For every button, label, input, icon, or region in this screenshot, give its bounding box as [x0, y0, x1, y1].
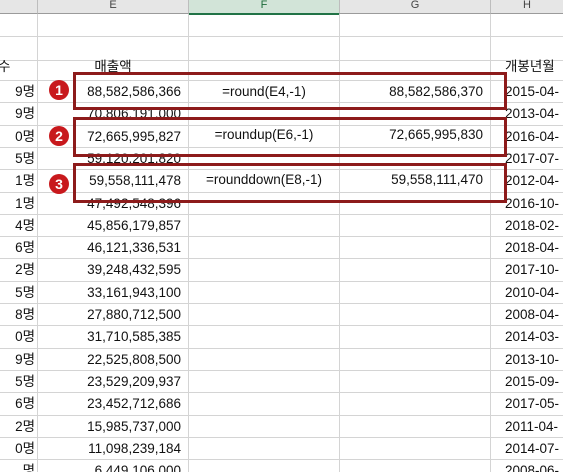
gridline	[0, 213, 563, 215]
badge-number-1: 1	[49, 80, 69, 100]
sales-cell[interactable]: 6,449,106,000	[38, 461, 181, 472]
count-cell[interactable]: 1명	[0, 171, 35, 191]
gridline	[0, 436, 563, 438]
gridline	[0, 347, 563, 349]
release-date-cell[interactable]: 2014-07-	[505, 439, 563, 459]
gridline	[0, 392, 563, 394]
count-cell[interactable]: 9명	[0, 350, 35, 370]
count-cell[interactable]: 9명	[0, 104, 35, 124]
count-cell[interactable]: 2명	[0, 417, 35, 437]
release-date-cell[interactable]: 2017-10-	[505, 260, 563, 280]
column-header-g[interactable]: G	[340, 0, 491, 14]
sales-cell[interactable]: 31,710,585,385	[38, 327, 181, 347]
sales-cell[interactable]: 15,985,737,000	[38, 417, 181, 437]
release-date-cell[interactable]: 2013-04-	[505, 104, 563, 124]
gridline	[0, 414, 563, 416]
release-date-cell[interactable]: 2018-04-	[505, 238, 563, 258]
count-cell[interactable]: 5명	[0, 372, 35, 392]
release-date-cell[interactable]: 2010-04-	[505, 283, 563, 303]
gridline	[0, 236, 563, 238]
sales-cell[interactable]: 39,248,432,595	[38, 260, 181, 280]
header-cell-count[interactable]: 수	[0, 57, 36, 77]
release-date-cell[interactable]: 2014-03-	[505, 327, 563, 347]
sales-cell[interactable]: 46,121,336,531	[38, 238, 181, 258]
badge-number-2: 2	[49, 126, 69, 146]
highlight-box-roundup	[73, 117, 507, 157]
column-header-d[interactable]	[0, 0, 38, 14]
gridline	[0, 258, 563, 260]
count-cell[interactable]: 8명	[0, 305, 35, 325]
count-cell[interactable]: 9명	[0, 82, 35, 102]
release-date-cell[interactable]: 2016-10-	[505, 194, 563, 214]
gridline	[0, 280, 563, 282]
count-cell[interactable]: 4명	[0, 216, 35, 236]
release-date-cell[interactable]: 2017-05-	[505, 394, 563, 414]
sales-cell[interactable]: 23,529,209,937	[38, 372, 181, 392]
gridline	[0, 36, 563, 37]
release-date-cell[interactable]: 2011-04-	[505, 417, 563, 437]
release-date-cell[interactable]: 2015-04-	[505, 82, 563, 102]
count-cell[interactable]: 0명	[0, 127, 35, 147]
badge-number-3: 3	[49, 174, 69, 194]
column-header-h[interactable]: H	[491, 0, 563, 14]
count-cell[interactable]: 2명	[0, 260, 35, 280]
release-date-cell[interactable]: 2016-04-	[505, 127, 563, 147]
release-date-cell[interactable]: 2017-07-	[505, 149, 563, 169]
sales-cell[interactable]: 33,161,943,100	[38, 283, 181, 303]
sales-cell[interactable]: 27,880,712,500	[38, 305, 181, 325]
count-cell[interactable]: 1명	[0, 194, 35, 214]
release-date-cell[interactable]: 2013-10-	[505, 350, 563, 370]
release-date-cell[interactable]: 2008-06-	[505, 461, 563, 472]
release-date-cell[interactable]: 2015-09-	[505, 372, 563, 392]
count-cell[interactable]: 0명	[0, 327, 35, 347]
count-cell[interactable]: 6명	[0, 394, 35, 414]
sales-cell[interactable]: 11,098,239,184	[38, 439, 181, 459]
highlight-box-rounddown	[73, 163, 507, 203]
sales-cell[interactable]: 45,856,179,857	[38, 216, 181, 236]
column-header-f[interactable]: F	[189, 0, 340, 15]
gridline	[0, 459, 563, 461]
column-header-e[interactable]: E	[38, 0, 189, 14]
count-cell[interactable]: 5명	[0, 283, 35, 303]
gridline	[0, 369, 563, 371]
gridline	[0, 303, 563, 304]
count-cell[interactable]: 명	[0, 461, 35, 472]
sales-cell[interactable]: 23,452,712,686	[38, 394, 181, 414]
count-cell[interactable]: 0명	[0, 439, 35, 459]
count-cell[interactable]: 6명	[0, 238, 35, 258]
header-cell-release[interactable]: 개봉년월	[505, 57, 563, 77]
count-cell[interactable]: 5명	[0, 149, 35, 169]
release-date-cell[interactable]: 2012-04-	[505, 171, 563, 191]
sales-cell[interactable]: 22,525,808,500	[38, 350, 181, 370]
gridline	[0, 325, 563, 327]
spreadsheet-grid[interactable]: E F G H 수 매출액 개봉년월 9명 88,582,586,366 2015-…	[0, 0, 563, 472]
release-date-cell[interactable]: 2008-04-	[505, 305, 563, 325]
highlight-box-round	[73, 72, 507, 110]
release-date-cell[interactable]: 2018-02-	[505, 216, 563, 236]
